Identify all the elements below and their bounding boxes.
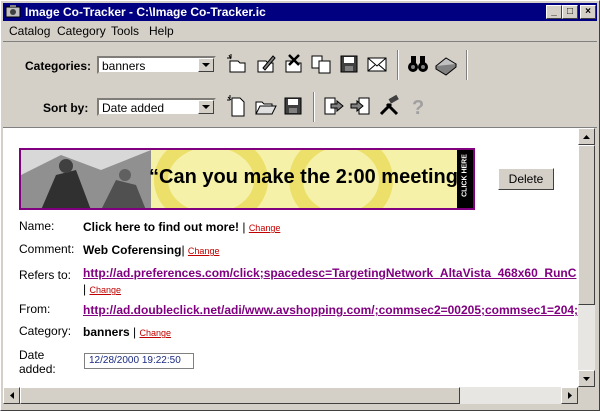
sort-by-select-value: Date added xyxy=(102,101,165,115)
name-value-row: Click here to find out more! | Change xyxy=(83,220,281,234)
categories-select[interactable]: banners xyxy=(97,56,216,74)
horizontal-scroll-thumb[interactable] xyxy=(20,387,460,404)
refers-to-label: Refers to: xyxy=(19,268,72,282)
categories-label: Categories: xyxy=(25,59,92,73)
categories-select-value: banners xyxy=(102,59,146,73)
svg-text:?: ? xyxy=(412,97,424,118)
toolbar-separator xyxy=(466,50,468,80)
save-catalog-icon[interactable] xyxy=(281,94,305,118)
export-icon[interactable] xyxy=(321,94,345,118)
refers-to-change-row: | Change xyxy=(83,282,121,296)
app-window: Image Co-Tracker - C:\Image Co-Tracker.i… xyxy=(0,0,600,411)
scanner-icon[interactable] xyxy=(434,52,458,76)
scroll-down-button[interactable] xyxy=(578,370,595,387)
new-category-icon[interactable] xyxy=(225,52,249,76)
arrow-up-icon xyxy=(583,135,590,139)
title-bar: Image Co-Tracker - C:\Image Co-Tracker.i… xyxy=(3,3,597,21)
scroll-right-button[interactable] xyxy=(561,387,578,404)
toolbar-separator xyxy=(397,50,399,80)
menu-category[interactable]: Category xyxy=(57,24,106,38)
date-added-value: 12/28/2000 19:22:50 xyxy=(84,353,194,369)
maximize-button[interactable]: □ xyxy=(562,5,578,19)
toolbar-separator xyxy=(313,92,315,122)
name-change-link[interactable]: Change xyxy=(249,223,281,233)
name-value: Click here to find out more! xyxy=(83,220,240,234)
detail-panel: “Can you make the 2:00 meeting?” CLICK H… xyxy=(3,128,578,387)
chevron-down-icon[interactable] xyxy=(198,100,214,114)
help-icon[interactable]: ? xyxy=(405,94,429,118)
refers-to-link[interactable]: http://ad.preferences.com/click;spacedes… xyxy=(83,266,576,280)
arrow-left-icon xyxy=(10,392,14,399)
open-folder-icon[interactable] xyxy=(253,94,277,118)
vertical-scroll-thumb[interactable] xyxy=(578,145,595,305)
binoculars-icon[interactable] xyxy=(406,52,430,76)
from-value-row: http://ad.doubleclick.net/adi/www.avshop… xyxy=(83,303,578,317)
mail-icon[interactable] xyxy=(365,52,389,76)
delete-button[interactable]: Delete xyxy=(498,168,554,190)
toolbar: Categories: banners Sort by: Date added … xyxy=(3,41,597,128)
comment-change-link[interactable]: Change xyxy=(188,246,220,256)
scroll-up-button[interactable] xyxy=(578,128,595,145)
banner-headline: “Can you make the 2:00 meeting?” xyxy=(149,166,475,188)
tools-icon[interactable] xyxy=(377,94,401,118)
from-link[interactable]: http://ad.doubleclick.net/adi/www.avshop… xyxy=(83,303,578,317)
category-change-link[interactable]: Change xyxy=(139,328,171,338)
comment-value-row: Web Coferensing| Change xyxy=(83,243,220,257)
comment-value: Web Coferensing xyxy=(83,243,182,257)
horizontal-scrollbar[interactable] xyxy=(3,387,578,404)
banner-image[interactable]: “Can you make the 2:00 meeting?” CLICK H… xyxy=(19,148,475,210)
resize-grip[interactable] xyxy=(578,387,595,404)
category-value-row: banners | Change xyxy=(83,325,172,339)
edit-category-icon[interactable] xyxy=(253,52,277,76)
menu-help[interactable]: Help xyxy=(149,24,174,38)
sort-by-select[interactable]: Date added xyxy=(97,98,216,116)
arrow-right-icon xyxy=(568,392,572,399)
window-title: Image Co-Tracker - C:\Image Co-Tracker.i… xyxy=(25,5,266,19)
from-label: From: xyxy=(19,302,51,316)
menu-catalog[interactable]: Catalog xyxy=(9,24,50,38)
click-here-strip: CLICK HERE xyxy=(457,150,473,208)
arrow-down-icon xyxy=(583,377,590,381)
category-value: banners xyxy=(83,325,130,339)
chevron-down-icon[interactable] xyxy=(198,58,214,72)
banner-photo xyxy=(21,150,151,208)
copy-icon[interactable] xyxy=(309,52,333,76)
delete-category-icon[interactable] xyxy=(281,52,305,76)
scroll-left-button[interactable] xyxy=(3,387,20,404)
minimize-button[interactable]: _ xyxy=(546,5,562,19)
refers-to-change-link[interactable]: Change xyxy=(89,285,121,295)
date-added-label-line1: Date xyxy=(19,348,45,362)
app-icon xyxy=(5,5,21,18)
name-label: Name: xyxy=(19,219,55,233)
click-here-text: CLICK HERE xyxy=(461,154,469,197)
refers-to-value-row: http://ad.preferences.com/click;spacedes… xyxy=(83,266,576,280)
sort-by-label: Sort by: xyxy=(43,101,89,115)
import-icon[interactable] xyxy=(349,94,373,118)
menu-tools[interactable]: Tools xyxy=(111,24,139,38)
new-document-icon[interactable] xyxy=(225,94,249,118)
vertical-scrollbar[interactable] xyxy=(578,128,595,387)
category-label: Category: xyxy=(19,324,72,338)
save-icon[interactable] xyxy=(337,52,361,76)
close-button[interactable]: × xyxy=(580,5,596,19)
menu-bar: Catalog Category Tools Help xyxy=(3,22,597,40)
comment-label: Comment: xyxy=(19,242,75,256)
date-added-label-line2: added: xyxy=(19,362,56,376)
